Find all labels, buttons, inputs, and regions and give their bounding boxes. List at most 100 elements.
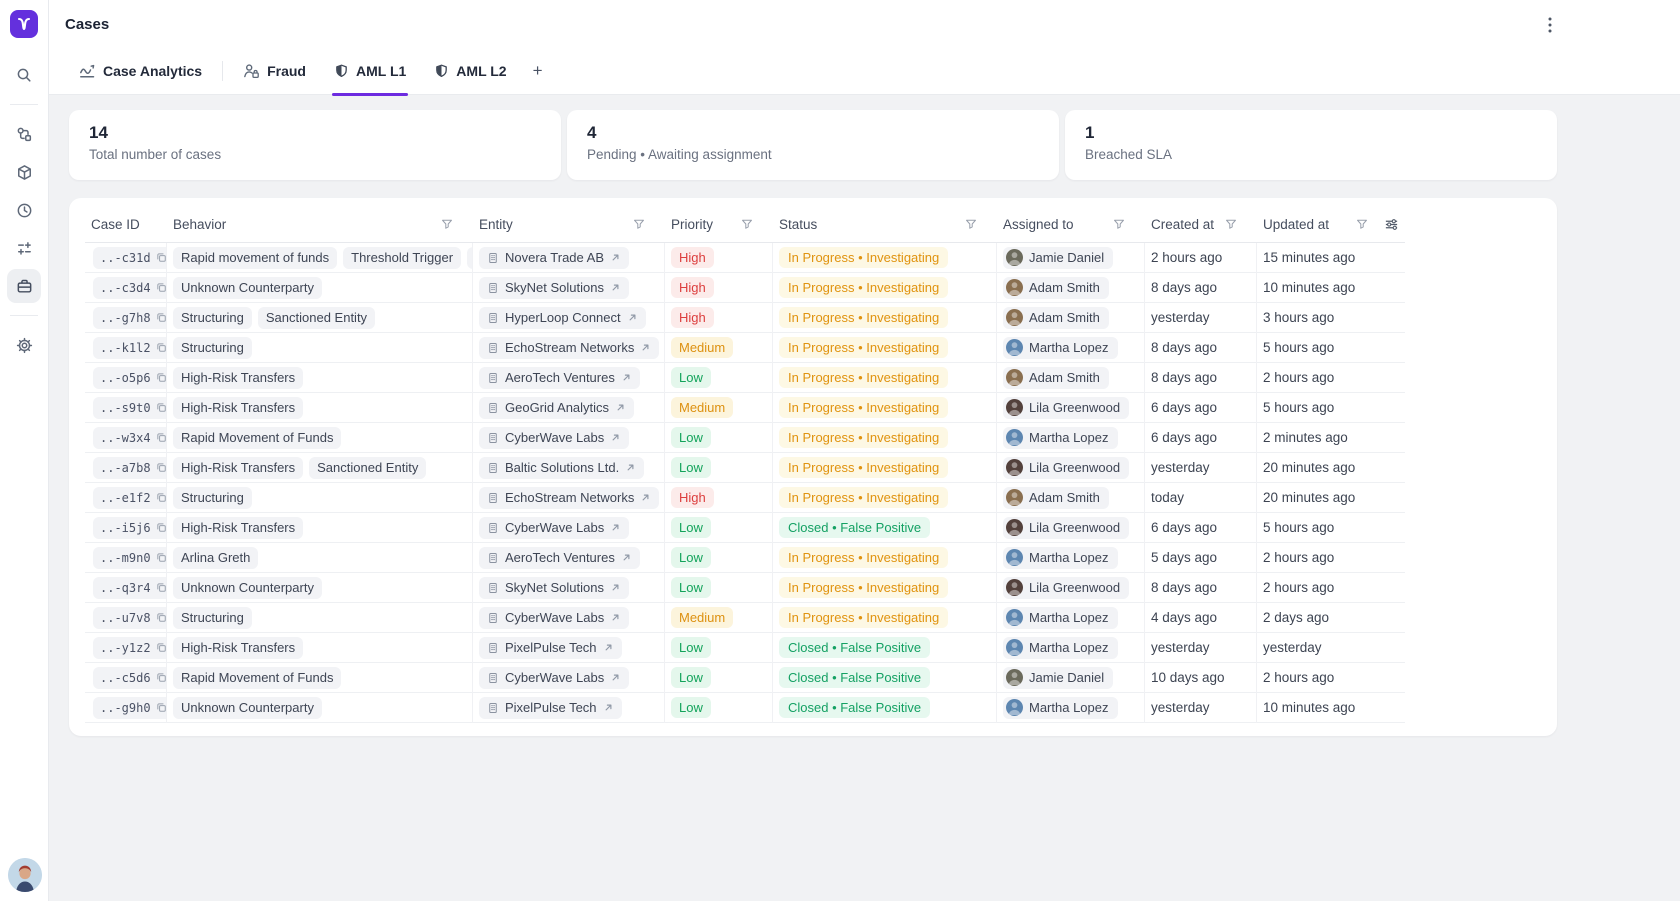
updated-at-cell: 20 minutes ago — [1257, 453, 1405, 483]
created-at: 6 days ago — [1151, 520, 1217, 535]
copy-icon[interactable] — [156, 312, 167, 323]
behavior-cell: Rapid Movement of Funds — [167, 663, 473, 693]
filter-icon[interactable] — [741, 218, 753, 230]
entity-link[interactable]: AeroTech Ventures — [479, 367, 640, 389]
filter-icon[interactable] — [965, 218, 977, 230]
entity-link[interactable]: CyberWave Labs — [479, 607, 629, 629]
table-row[interactable]: ..-u7v8StructuringCyberWave LabsMediumIn… — [85, 603, 1405, 633]
settings-gear-icon[interactable] — [7, 328, 41, 362]
rules-icon[interactable] — [7, 231, 41, 265]
copy-icon[interactable] — [156, 402, 167, 413]
entity-link[interactable]: PixelPulse Tech — [479, 637, 622, 659]
copy-icon[interactable] — [156, 672, 167, 683]
table-row[interactable]: ..-a7b8High-Risk TransfersSanctioned Ent… — [85, 453, 1405, 483]
entity-link[interactable]: HyperLoop Connect — [479, 307, 646, 329]
updated-at-cell: 2 days ago — [1257, 603, 1405, 633]
case-id-cell: ..-c31d — [85, 243, 167, 273]
tab-aml-l1[interactable]: AML L1 — [320, 48, 420, 95]
copy-icon[interactable] — [156, 702, 167, 713]
column-header-status[interactable]: Status — [773, 206, 997, 242]
table-row[interactable]: ..-e1f2StructuringEchoStream NetworksHig… — [85, 483, 1405, 513]
assigned-cell: Adam Smith — [997, 363, 1145, 393]
building-icon — [487, 342, 499, 354]
filter-icon[interactable] — [633, 218, 645, 230]
copy-icon[interactable] — [156, 342, 167, 353]
more-menu-button[interactable] — [1540, 15, 1560, 35]
tab-aml-l2[interactable]: AML L2 — [420, 48, 520, 95]
entity-link[interactable]: AeroTech Ventures — [479, 547, 640, 569]
behavior-tag: Unknown Counterparty — [173, 697, 322, 719]
workflow-icon[interactable] — [7, 117, 41, 151]
entity-link[interactable]: Baltic Solutions Ltd. — [479, 457, 644, 479]
entity-link[interactable]: Novera Trade AB — [479, 247, 629, 269]
copy-icon[interactable] — [156, 252, 167, 263]
history-icon[interactable] — [7, 193, 41, 227]
table-row[interactable]: ..-g7h8StructuringSanctioned EntityHyper… — [85, 303, 1405, 333]
table-row[interactable]: ..-c3d4Unknown CounterpartySkyNet Soluti… — [85, 273, 1405, 303]
priority-cell: Low — [665, 573, 773, 603]
assigned-cell: Lila Greenwood — [997, 573, 1145, 603]
filter-icon[interactable] — [441, 218, 453, 230]
copy-icon[interactable] — [156, 462, 167, 473]
copy-icon[interactable] — [156, 552, 167, 563]
tab-fraud[interactable]: Fraud — [229, 48, 320, 95]
cases-icon[interactable] — [7, 269, 41, 303]
column-settings-button[interactable] — [1384, 217, 1399, 232]
tab-case-analytics[interactable]: Case Analytics — [65, 48, 216, 95]
table-row[interactable]: ..-o5p6High-Risk TransfersAeroTech Ventu… — [85, 363, 1405, 393]
column-header-behavior[interactable]: Behavior — [167, 206, 473, 242]
status-cell: Closed • False Positive — [773, 663, 997, 693]
entity-link[interactable]: SkyNet Solutions — [479, 577, 629, 599]
entity-link[interactable]: EchoStream Networks — [479, 487, 659, 509]
add-tab-button[interactable]: + — [521, 61, 555, 81]
assigned-cell: Martha Lopez — [997, 633, 1145, 663]
column-header-created-at[interactable]: Created at — [1145, 206, 1257, 242]
entity-link[interactable]: CyberWave Labs — [479, 667, 629, 689]
status-cell: In Progress • Investigating — [773, 243, 997, 273]
table-row[interactable]: ..-y1z2High-Risk TransfersPixelPulse Tec… — [85, 633, 1405, 663]
shield-icon — [334, 63, 349, 79]
table-row[interactable]: ..-q3r4Unknown CounterpartySkyNet Soluti… — [85, 573, 1405, 603]
table-row[interactable]: ..-i5j6High-Risk TransfersCyberWave Labs… — [85, 513, 1405, 543]
table-row[interactable]: ..-c5d6Rapid Movement of FundsCyberWave … — [85, 663, 1405, 693]
entity-link[interactable]: SkyNet Solutions — [479, 277, 629, 299]
copy-icon[interactable] — [156, 522, 167, 533]
filter-icon[interactable] — [1225, 218, 1237, 230]
copy-icon[interactable] — [156, 282, 167, 293]
table-row[interactable]: ..-m9n0Arlina GrethAeroTech VenturesLowI… — [85, 543, 1405, 573]
copy-icon[interactable] — [156, 432, 167, 443]
entity-link[interactable]: EchoStream Networks — [479, 337, 659, 359]
created-at-cell: 6 days ago — [1145, 423, 1257, 453]
assigned-cell: Lila Greenwood — [997, 453, 1145, 483]
table-row[interactable]: ..-g9h0Unknown CounterpartyPixelPulse Te… — [85, 693, 1405, 723]
main-area: Cases Case Analytics Fraud — [49, 0, 1680, 901]
copy-icon[interactable] — [156, 492, 167, 503]
column-header-priority[interactable]: Priority — [665, 206, 773, 242]
table-row[interactable]: ..-c31dRapid movement of fundsThreshold … — [85, 243, 1405, 273]
entity-link[interactable]: CyberWave Labs — [479, 427, 629, 449]
table-row[interactable]: ..-w3x4Rapid Movement of FundsCyberWave … — [85, 423, 1405, 453]
table-row[interactable]: ..-k1l2StructuringEchoStream NetworksMed… — [85, 333, 1405, 363]
entity-link[interactable]: GeoGrid Analytics — [479, 397, 634, 419]
user-avatar[interactable] — [8, 858, 42, 892]
entity-link[interactable]: CyberWave Labs — [479, 517, 629, 539]
column-header-updated-at[interactable]: Updated at — [1257, 206, 1405, 242]
search-icon[interactable] — [7, 58, 41, 92]
entity-link[interactable]: PixelPulse Tech — [479, 697, 622, 719]
priority-badge: Medium — [671, 607, 733, 628]
entity-name: AeroTech Ventures — [505, 550, 615, 565]
column-header-entity[interactable]: Entity — [473, 206, 665, 242]
copy-icon[interactable] — [156, 582, 167, 593]
filter-icon[interactable] — [1113, 218, 1125, 230]
filter-icon[interactable] — [1356, 218, 1368, 230]
package-icon[interactable] — [7, 155, 41, 189]
copy-icon[interactable] — [156, 642, 167, 653]
updated-at-cell: 2 hours ago — [1257, 543, 1405, 573]
case-id-cell: ..-q3r4 — [85, 573, 167, 603]
column-header-case-id[interactable]: Case ID — [85, 206, 167, 242]
copy-icon[interactable] — [156, 372, 167, 383]
table-row[interactable]: ..-s9t0High-Risk TransfersGeoGrid Analyt… — [85, 393, 1405, 423]
priority-badge: Medium — [671, 397, 733, 418]
column-header-assigned-to[interactable]: Assigned to — [997, 206, 1145, 242]
copy-icon[interactable] — [156, 612, 167, 623]
